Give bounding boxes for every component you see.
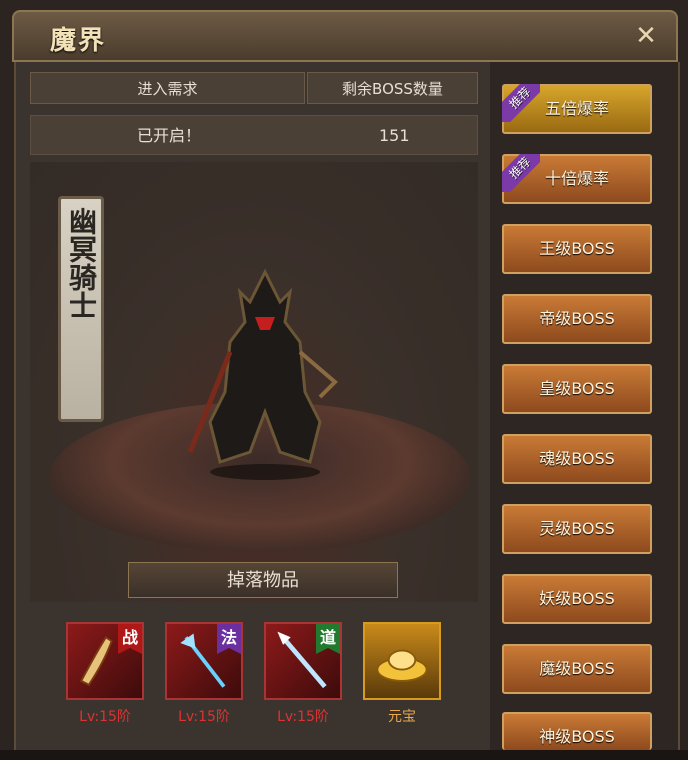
tier-button-label: 十倍爆率 [544,169,609,188]
boss-name: 幽冥骑士 [65,207,98,319]
drop-item-label: Lv:15阶 [277,709,329,725]
title-bar: 魔界 ✕ [12,10,678,62]
tier-button-soul[interactable]: 魂级BOSS [502,434,652,484]
requirement-value: 已开启！ [137,126,202,145]
tier-button-label: 魔级BOSS [539,659,615,678]
tier-button-label: 皇级BOSS [539,379,615,398]
header-requirement: 进入需求 [30,72,305,104]
tier-button-label: 神级BOSS [539,727,615,746]
tier-button-label: 帝级BOSS [539,309,615,328]
boss-info-panel: 进入需求 剩余BOSS数量 已开启！ 151 幽冥骑士 掉落物品 战 Lv:15… [14,62,492,750]
boss-name-plate: 幽冥骑士 [58,196,104,422]
drop-item-label: Lv:15阶 [178,709,230,725]
game-window: 魔界 ✕ 进入需求 剩余BOSS数量 已开启！ 151 幽冥骑士 掉落物品 战 … [0,0,688,750]
tier-button-king[interactable]: 王级BOSS [502,224,652,274]
tier-button-demon[interactable]: 妖级BOSS [502,574,652,624]
tier-button-emperor[interactable]: 帝级BOSS [502,294,652,344]
tier-button-5x-drop[interactable]: 推荐 五倍爆率 [502,84,652,134]
tier-button-label: 魂级BOSS [539,449,615,468]
drop-item-label: 元宝 [388,709,416,725]
tier-button-label: 王级BOSS [539,239,615,258]
boss-model-image [187,268,338,480]
tier-button-10x-drop[interactable]: 推荐 十倍爆率 [502,154,652,204]
window-title: 魔界 [50,26,107,56]
tier-button-label: 灵级BOSS [539,519,615,538]
remaining-boss-count: 151 [379,126,410,145]
gold-ingot-icon [376,649,428,682]
drop-items-title: 掉落物品 [128,562,398,598]
header-remaining-boss: 剩余BOSS数量 [307,72,478,104]
tier-button-fiend[interactable]: 魔级BOSS [502,644,652,694]
tier-button-label: 五倍爆率 [544,99,609,118]
tier-button-label: 妖级BOSS [539,589,615,608]
tier-button-sovereign[interactable]: 皇级BOSS [502,364,652,414]
tier-button-god[interactable]: 神级BOSS [502,712,652,750]
drop-item-mage[interactable]: 法 [165,622,243,700]
drop-item-taoist[interactable]: 道 [264,622,342,700]
close-icon[interactable]: ✕ [630,20,662,52]
tier-button-spirit[interactable]: 灵级BOSS [502,504,652,554]
drop-item-label: Lv:15阶 [79,709,131,725]
recommended-badge: 推荐 [502,84,540,122]
drop-item-warrior[interactable]: 战 [66,622,144,700]
drop-item-gold-ingot[interactable] [363,622,441,700]
info-row: 已开启！ 151 [30,115,478,155]
boss-tier-sidebar: 推荐 五倍爆率 推荐 十倍爆率 王级BOSS 帝级BOSS 皇级BOSS 魂级B… [490,62,680,750]
recommended-badge: 推荐 [502,154,540,192]
boss-display: 幽冥骑士 [30,162,478,602]
